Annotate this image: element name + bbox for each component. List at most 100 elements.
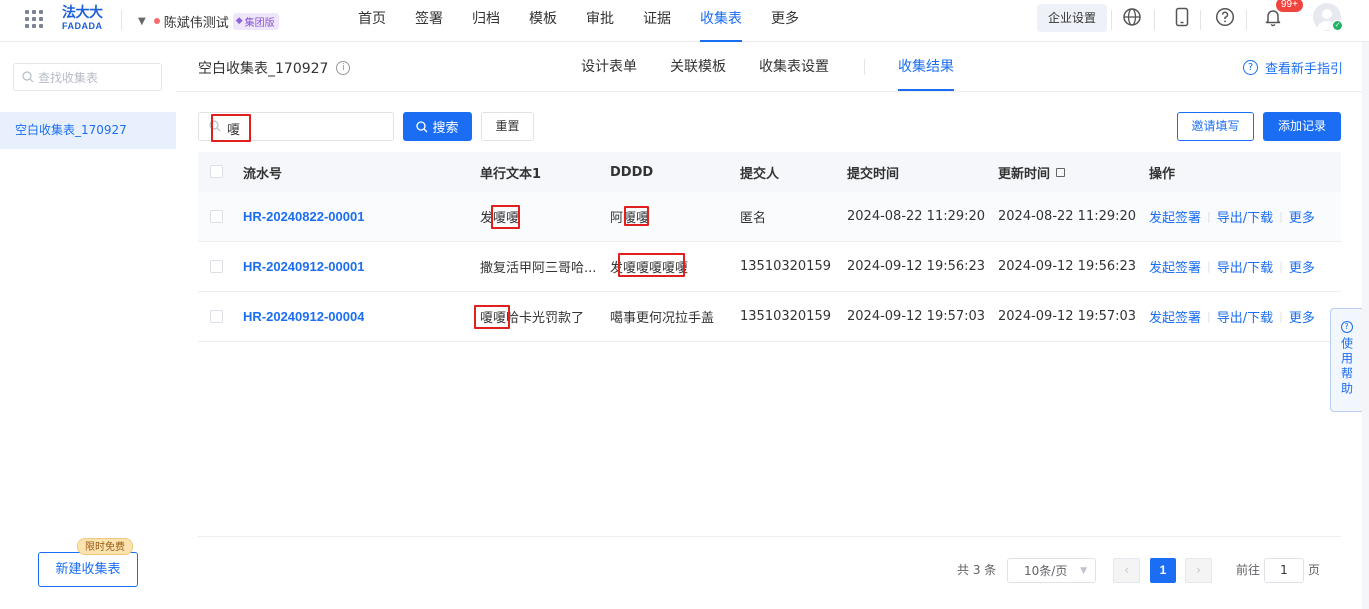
help-circle-icon[interactable] (1215, 7, 1235, 27)
nav-item-template[interactable]: 模板 (529, 0, 557, 42)
chevron-down-icon: ▼ (138, 15, 146, 27)
main-content: 空白收集表_170927 i 设计表单 关联模板 收集表设置 收集结果 ? 查看… (176, 42, 1362, 609)
table-header: 流水号 单行文本1 DDDD 提交人 提交时间 更新时间 操作 (198, 152, 1341, 192)
add-record-button[interactable]: 添加记录 (1263, 112, 1341, 141)
col-header-submitter: 提交人 (740, 166, 780, 182)
export-download-link[interactable]: 导出/下载 (1217, 307, 1273, 326)
nav-item-archive[interactable]: 归档 (472, 0, 500, 42)
search-icon (416, 120, 428, 132)
divider (1246, 10, 1247, 30)
action-separator: | (1207, 210, 1211, 223)
divider (1111, 10, 1112, 30)
cell-submit-time: 2024-09-12 19:57:03 (847, 309, 986, 324)
enterprise-settings-button[interactable]: 企业设置 (1037, 4, 1107, 32)
logo[interactable]: 法大大 FADADA (62, 5, 108, 35)
start-sign-link[interactable]: 发起签署 (1149, 257, 1201, 276)
nav-item-more[interactable]: 更多 (771, 0, 799, 42)
search-placeholder: 查找收集表 (38, 70, 99, 85)
header-divider (176, 91, 1362, 92)
serial-link[interactable]: HR-20240822-00001 (243, 192, 364, 241)
goto-page-input[interactable]: 1 (1264, 558, 1304, 583)
row-checkbox[interactable] (210, 209, 223, 223)
tab-collection-results[interactable]: 收集结果 (898, 42, 954, 91)
app-grid-icon[interactable] (25, 10, 43, 28)
highlight-box (618, 253, 685, 277)
org-switcher[interactable]: ▼ 陈斌伟测试 ◆ 集团版 (138, 11, 279, 31)
action-separator: | (1279, 310, 1283, 323)
col-header-update-time-label: 更新时间 (998, 166, 1051, 182)
gem-icon: ◆ (235, 16, 243, 26)
col-header-actions: 操作 (1149, 166, 1176, 182)
page-size-select[interactable]: 10条/页 ▼ (1007, 558, 1096, 583)
start-sign-link[interactable]: 发起签署 (1149, 207, 1201, 226)
highlight-box (474, 305, 510, 329)
calendar-icon[interactable] (1056, 167, 1066, 177)
action-separator: | (1207, 310, 1211, 323)
help-label: 使用帮助 (1339, 337, 1354, 397)
org-edition-label: 集团版 (244, 17, 275, 29)
tab-linked-template[interactable]: 关联模板 (670, 42, 726, 91)
info-icon[interactable]: i (336, 61, 351, 75)
nav-item-collection[interactable]: 收集表 (700, 0, 742, 42)
cell-submitter: 13510320159 (740, 259, 831, 274)
search-button[interactable]: 搜索 (403, 112, 472, 141)
row-checkbox[interactable] (210, 309, 223, 323)
search-icon (22, 71, 34, 83)
question-icon: ? (1340, 321, 1353, 333)
cell-text1: 撒复活甲阿三哥哈... (480, 261, 597, 276)
page-title-text: 空白收集表_170927 (198, 61, 329, 77)
invite-fill-button[interactable]: 邀请填写 (1177, 112, 1254, 141)
serial-link[interactable]: HR-20240912-00004 (243, 292, 364, 341)
cell-dddd: 噶事更何况拉手盖 (610, 311, 715, 326)
goto-label: 前往 (1236, 563, 1261, 577)
cell-submit-time: 2024-08-22 11:29:20 (847, 209, 986, 224)
search-button-label: 搜索 (432, 121, 459, 136)
results-table: 流水号 单行文本1 DDDD 提交人 提交时间 更新时间 操作 HR-20240… (198, 152, 1341, 342)
beginner-guide-link[interactable]: ? 查看新手指引 (1243, 58, 1343, 77)
cell-submitter: 匿名 (740, 211, 767, 226)
guide-link-text: 查看新手指引 (1265, 62, 1344, 77)
export-download-link[interactable]: 导出/下载 (1217, 257, 1273, 276)
logo-text-en: FADADA (62, 21, 103, 31)
action-separator: | (1207, 260, 1211, 273)
export-download-link[interactable]: 导出/下载 (1217, 207, 1273, 226)
help-float-button[interactable]: ? 使用帮助 (1330, 308, 1362, 412)
serial-link[interactable]: HR-20240912-00001 (243, 242, 364, 291)
page-1-button[interactable]: 1 (1150, 558, 1176, 583)
nav-item-sign[interactable]: 签署 (415, 0, 443, 42)
collection-search-input[interactable]: 查找收集表 (13, 63, 162, 91)
action-separator: | (1279, 260, 1283, 273)
col-header-serial: 流水号 (243, 166, 283, 182)
sidebar-item-collection[interactable]: 空白收集表_170927 (0, 112, 176, 149)
tab-collection-settings[interactable]: 收集表设置 (759, 42, 829, 91)
row-checkbox[interactable] (210, 259, 223, 273)
table-row: HR-20240912-00001 撒复活甲阿三哥哈... 发嗄嗄嗄嗄嗄 135… (198, 242, 1341, 292)
cell-update-time: 2024-09-12 19:56:23 (998, 259, 1137, 274)
select-all-checkbox[interactable] (210, 165, 223, 178)
nav-item-approval[interactable]: 审批 (586, 0, 614, 42)
page-size-value: 10条/页 (1024, 564, 1068, 578)
new-collection-button[interactable]: 新建收集表 (38, 552, 138, 587)
col-header-dddd: DDDD (610, 164, 654, 180)
highlight-box (491, 205, 520, 229)
col-header-text1: 单行文本1 (480, 166, 542, 182)
more-link[interactable]: 更多 (1289, 207, 1315, 226)
next-page-button[interactable]: › (1185, 558, 1212, 583)
nav-item-evidence[interactable]: 证据 (643, 0, 671, 42)
table-row: HR-20240912-00004 嗄嗄哈卡光罚款了 噶事更何况拉手盖 1351… (198, 292, 1341, 342)
more-link[interactable]: 更多 (1289, 257, 1315, 276)
col-header-update-time[interactable]: 更新时间 (998, 152, 1066, 192)
tab-design-form[interactable]: 设计表单 (581, 42, 637, 91)
row-actions: 发起签署 | 导出/下载 | 更多 (1149, 192, 1315, 241)
question-icon: ? (1243, 60, 1258, 75)
nav-item-home[interactable]: 首页 (358, 0, 386, 42)
globe-icon[interactable] (1122, 7, 1142, 27)
start-sign-link[interactable]: 发起签署 (1149, 307, 1201, 326)
more-link[interactable]: 更多 (1289, 307, 1315, 326)
mobile-icon[interactable] (1172, 7, 1192, 27)
logo-text-cn: 法大大 (62, 5, 103, 21)
main-nav: 首页 签署 归档 模板 审批 证据 收集表 更多 (358, 0, 828, 42)
prev-page-button[interactable]: ‹ (1113, 558, 1140, 583)
footer-divider (198, 536, 1341, 537)
reset-button[interactable]: 重置 (481, 112, 534, 141)
